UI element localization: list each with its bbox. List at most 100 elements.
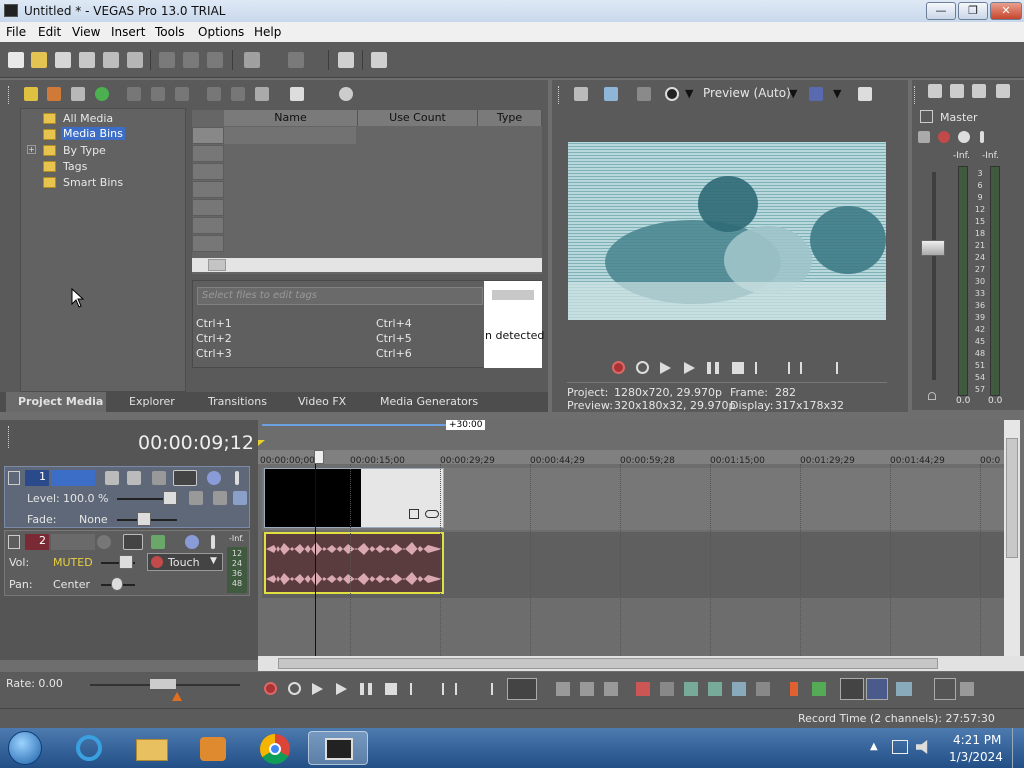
paste-icon[interactable]	[207, 52, 223, 68]
level-slider-thumb[interactable]	[163, 491, 177, 505]
next-frame-icon[interactable]	[824, 362, 838, 374]
audio-track-header[interactable]: 2 -Inf. Vol: MUTED Touch ▼ Pan: Center 1…	[4, 530, 250, 596]
external-monitor-icon[interactable]	[604, 87, 618, 101]
record-icon[interactable]	[612, 361, 625, 374]
trim-icon[interactable]	[660, 682, 674, 696]
expand-toggle-icon[interactable]: +	[27, 145, 36, 154]
track-fx-icon[interactable]	[123, 534, 143, 550]
column-type[interactable]: Type	[478, 110, 542, 126]
vegas-pro-taskbar-icon[interactable]	[308, 731, 368, 765]
delete-icon[interactable]	[636, 682, 650, 696]
move-down-icon[interactable]	[213, 491, 227, 505]
crop-icon[interactable]	[409, 509, 419, 519]
chevron-down-icon[interactable]: ▼	[685, 87, 693, 100]
play-icon[interactable]	[336, 683, 347, 695]
stop-media-icon[interactable]	[231, 87, 245, 101]
video-clip[interactable]	[264, 468, 444, 528]
menu-file[interactable]: File	[6, 25, 26, 39]
stop-icon[interactable]	[732, 362, 744, 374]
search-icon[interactable]	[339, 87, 353, 101]
new-project-icon[interactable]	[8, 52, 24, 68]
make-compositing-child-icon[interactable]	[127, 471, 141, 485]
selection-tool-icon[interactable]	[580, 682, 594, 696]
menu-view[interactable]: View	[72, 25, 100, 39]
insert-region-icon[interactable]	[812, 682, 826, 696]
previous-frame-icon[interactable]	[800, 362, 814, 374]
internet-explorer-icon[interactable]	[60, 731, 120, 765]
stop-icon[interactable]	[385, 683, 397, 695]
mute-icon[interactable]	[958, 131, 970, 143]
media-fx-icon[interactable]	[175, 87, 189, 101]
copy-icon[interactable]	[183, 52, 199, 68]
column-use-count[interactable]: Use Count	[358, 110, 478, 126]
rate-slider-thumb[interactable]	[150, 679, 176, 689]
insert-marker-icon[interactable]	[790, 682, 798, 696]
split-screen-icon[interactable]	[637, 87, 651, 101]
tree-item-tags[interactable]: Tags	[63, 160, 87, 173]
refresh-icon[interactable]	[95, 87, 109, 101]
automation-mode-dropdown[interactable]: Touch ▼	[147, 553, 223, 571]
redo-icon[interactable]	[288, 52, 304, 68]
horizontal-scrollbar[interactable]	[192, 258, 542, 272]
network-icon[interactable]	[892, 740, 908, 754]
overlays-icon[interactable]	[809, 87, 823, 101]
normal-edit-tool-icon[interactable]	[507, 678, 537, 700]
volume-slider-thumb[interactable]	[119, 555, 133, 569]
loop-region-bar[interactable]	[262, 424, 446, 426]
menu-help[interactable]: Help	[254, 25, 281, 39]
tree-item-all-media[interactable]: All Media	[63, 112, 113, 125]
ripple-mode-icon[interactable]	[896, 682, 912, 696]
enable-snapping-icon[interactable]	[338, 52, 354, 68]
lock-envelopes-icon[interactable]	[960, 682, 974, 696]
clock-time[interactable]: 4:21 PM	[953, 733, 1001, 747]
tag-input[interactable]: Select files to edit tags	[197, 287, 483, 305]
fade-slider-thumb[interactable]	[137, 512, 151, 526]
save-as-icon[interactable]	[79, 52, 95, 68]
go-to-start-icon[interactable]	[755, 362, 767, 374]
loop-playback-icon[interactable]	[636, 361, 649, 374]
save-icon[interactable]	[55, 52, 71, 68]
play-from-start-icon[interactable]	[660, 362, 671, 374]
split-icon[interactable]	[732, 682, 746, 696]
meter-settings-icon[interactable]	[996, 84, 1010, 98]
undo-icon[interactable]	[244, 52, 260, 68]
pause-icon[interactable]	[707, 362, 719, 374]
master-fader-track[interactable]	[932, 172, 936, 380]
bus-fx-icon[interactable]	[918, 131, 930, 143]
auto-crossfade-icon[interactable]	[866, 678, 888, 700]
media-player-icon[interactable]	[184, 731, 244, 765]
remove-media-icon[interactable]	[127, 87, 141, 101]
play-from-start-icon[interactable]	[312, 683, 323, 695]
column-name[interactable]: Name	[224, 110, 358, 126]
open-project-icon[interactable]	[31, 52, 47, 68]
master-properties-icon[interactable]	[928, 84, 942, 98]
close-button[interactable]: ✕	[990, 2, 1022, 20]
play-media-icon[interactable]	[207, 87, 221, 101]
tree-item-by-type[interactable]: By Type	[63, 144, 106, 157]
pause-icon[interactable]	[360, 683, 372, 695]
audio-track-name-field[interactable]	[51, 534, 95, 550]
arm-for-record-icon[interactable]	[97, 535, 111, 549]
menu-insert[interactable]: Insert	[111, 25, 145, 39]
menu-tools[interactable]: Tools	[155, 25, 185, 39]
tab-explorer[interactable]: Explorer	[129, 395, 175, 408]
next-frame-icon[interactable]	[479, 683, 493, 695]
trim-start-icon[interactable]	[684, 682, 698, 696]
media-properties-icon[interactable]	[151, 87, 165, 101]
track-minimize-icon[interactable]	[8, 471, 20, 485]
timeline-horizontal-scrollbar[interactable]	[258, 656, 1024, 671]
track-properties-icon[interactable]	[189, 491, 203, 505]
start-button-icon[interactable]	[8, 731, 42, 765]
track-fx-icon[interactable]	[173, 470, 197, 486]
menu-edit[interactable]: Edit	[38, 25, 61, 39]
maximize-button[interactable]: ❐	[958, 2, 988, 20]
go-to-start-icon[interactable]	[410, 683, 422, 695]
preview-properties-icon[interactable]	[574, 87, 588, 101]
pan-slider-thumb[interactable]	[111, 577, 123, 591]
properties-icon[interactable]	[127, 52, 143, 68]
views-icon[interactable]	[290, 87, 304, 101]
tab-video-fx[interactable]: Video FX	[298, 395, 346, 408]
envelope-tool-icon[interactable]	[556, 682, 570, 696]
mute-track-icon[interactable]	[207, 471, 221, 485]
previous-frame-icon[interactable]	[455, 683, 469, 695]
